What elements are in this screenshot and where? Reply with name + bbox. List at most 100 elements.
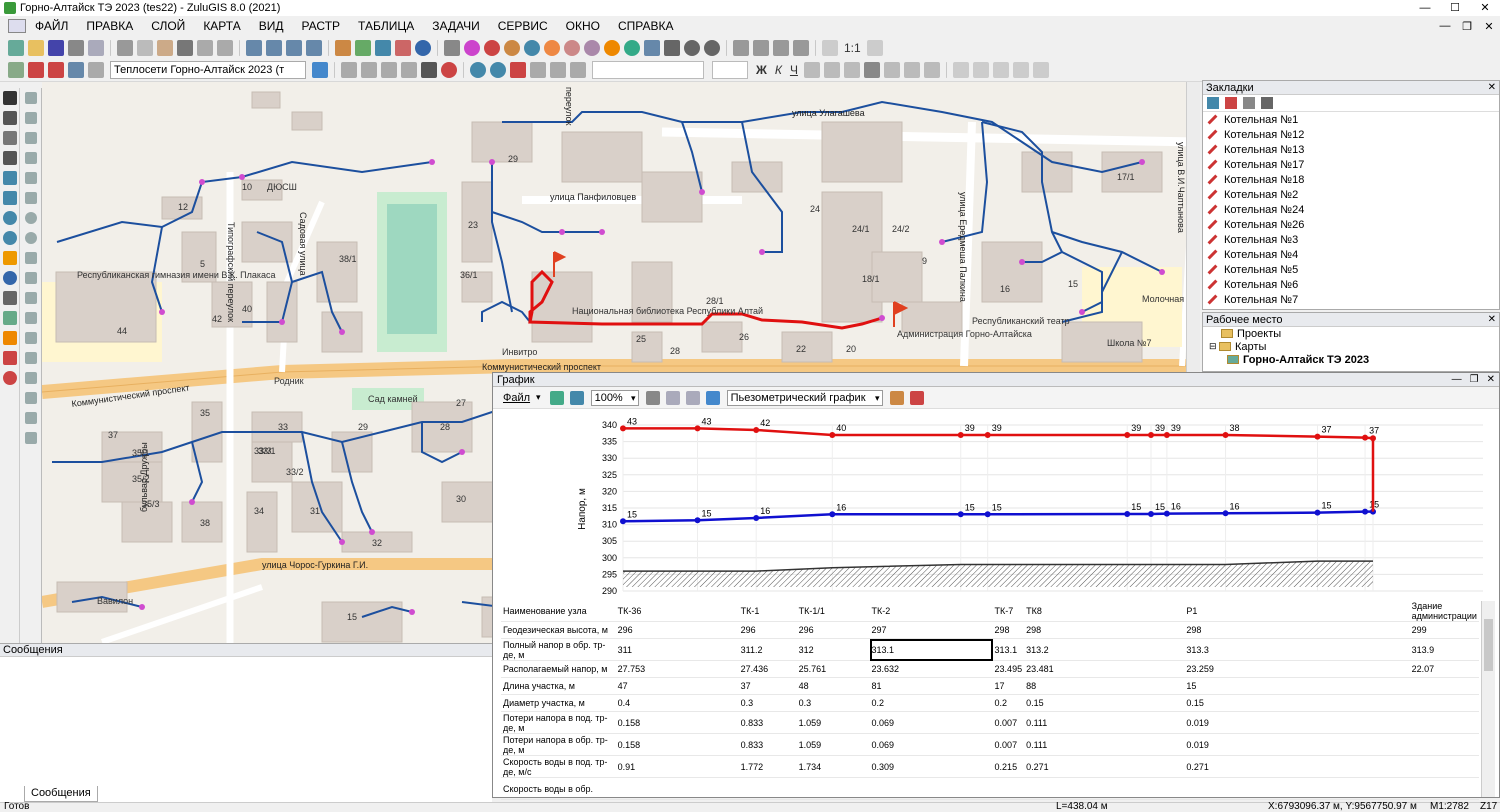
table-cell[interactable] — [738, 777, 797, 800]
table-cell[interactable] — [1409, 694, 1479, 712]
calc-c-icon[interactable] — [504, 39, 520, 56]
text-icon[interactable] — [25, 312, 37, 324]
bookmark-add-icon[interactable] — [1225, 97, 1237, 109]
layer-tool-icon[interactable] — [3, 171, 17, 185]
ellipse-icon[interactable] — [25, 232, 37, 244]
filter-icon[interactable] — [401, 61, 417, 78]
table-cell[interactable]: 88 — [1024, 677, 1185, 695]
stop-icon[interactable] — [704, 39, 720, 56]
line-color-icon[interactable] — [903, 61, 920, 78]
font-name-combo[interactable] — [592, 60, 704, 79]
table-cell[interactable]: 1.059 — [796, 733, 870, 756]
settings-icon[interactable] — [395, 39, 411, 56]
graph-close-button[interactable]: ✕ — [1487, 373, 1495, 387]
bookmark-item[interactable]: Котельная №26 — [1203, 217, 1499, 232]
table-cell[interactable]: 23.495 — [992, 660, 1025, 678]
table-cell[interactable] — [1409, 711, 1479, 734]
file-menu-arrow-icon[interactable]: ▾ — [536, 392, 541, 403]
table-cell[interactable]: 0.019 — [1184, 733, 1410, 756]
frame-icon[interactable] — [923, 61, 940, 78]
undo-icon[interactable] — [197, 39, 213, 56]
graph-restore-button[interactable]: ❐ — [1470, 373, 1479, 387]
table-cell[interactable]: 0.271 — [1024, 755, 1185, 778]
report-icon[interactable] — [773, 39, 789, 56]
table-cell[interactable] — [796, 777, 870, 800]
refresh-graph-icon[interactable] — [549, 390, 564, 405]
table-cell[interactable]: 0.007 — [992, 733, 1025, 756]
menu-view[interactable]: ВИД — [250, 16, 293, 36]
table-cell[interactable]: 0.15 — [1024, 694, 1185, 712]
table-tool-icon[interactable] — [3, 191, 17, 205]
table-cell[interactable]: 27.753 — [615, 660, 739, 678]
menu-file[interactable]: ФАЙЛ — [26, 16, 77, 36]
play-icon[interactable] — [684, 39, 700, 56]
table-cell[interactable]: 0.069 — [869, 711, 993, 734]
cut-icon[interactable] — [117, 39, 133, 56]
style-a-icon[interactable] — [952, 61, 969, 78]
underline-button[interactable]: Ч — [790, 63, 798, 77]
table-cell[interactable]: 23.259 — [1184, 660, 1410, 678]
table-cell[interactable]: 0.3 — [796, 694, 870, 712]
table-cell[interactable]: 298 — [1184, 621, 1410, 639]
collapse-icon[interactable]: ⊟ — [1209, 341, 1219, 352]
edit-graph-icon[interactable] — [705, 390, 720, 405]
pointer-icon[interactable] — [25, 92, 37, 104]
table-cell[interactable] — [1184, 777, 1410, 800]
table-cell[interactable]: 48 — [796, 677, 870, 695]
run-icon[interactable] — [664, 39, 680, 56]
pan-icon[interactable] — [570, 61, 586, 78]
info-tool-icon[interactable] — [3, 271, 17, 285]
bold-button[interactable]: Ж — [756, 63, 767, 77]
arc-icon[interactable] — [25, 252, 37, 264]
table-cell[interactable]: ТК-36 — [615, 601, 739, 622]
node-tool-icon[interactable] — [3, 131, 17, 145]
calc-e-icon[interactable] — [544, 39, 560, 56]
table-cell[interactable]: 313.2 — [1024, 638, 1185, 661]
measure-tool-icon[interactable] — [3, 311, 17, 325]
tree-item-maps[interactable]: ⊟ Карты — [1203, 340, 1499, 353]
table-cell[interactable]: 311.2 — [738, 638, 797, 661]
table-cell[interactable]: 0.007 — [992, 711, 1025, 734]
edit-icon[interactable] — [335, 39, 351, 56]
table-cell[interactable]: 312 — [796, 638, 870, 661]
table-cell[interactable] — [992, 777, 1025, 800]
layer-props-icon[interactable] — [88, 61, 104, 78]
layer-list-icon[interactable] — [68, 61, 84, 78]
refresh-icon[interactable] — [341, 61, 357, 78]
table-cell[interactable]: 0.2 — [992, 694, 1025, 712]
scale-tool-icon[interactable] — [25, 432, 37, 444]
font-size-combo[interactable] — [712, 60, 748, 79]
remove-layer-icon[interactable] — [28, 61, 44, 78]
table-cell[interactable]: Р1 — [1184, 601, 1410, 622]
italic-button[interactable]: К — [775, 63, 782, 77]
table-cell[interactable]: 47 — [615, 677, 739, 695]
bookmark-item[interactable]: Котельная №7 — [1203, 292, 1499, 307]
table-scrollbar[interactable] — [1481, 601, 1495, 797]
binoculars-icon[interactable] — [3, 291, 17, 305]
bookmark-item[interactable]: Котельная №2 — [1203, 187, 1499, 202]
redo-icon[interactable] — [217, 39, 233, 56]
pointer-alt-icon[interactable] — [25, 112, 37, 124]
menu-table[interactable]: ТАБЛИЦА — [349, 16, 423, 36]
text-color-icon[interactable] — [863, 61, 880, 78]
bookmark-item[interactable]: Котельная №6 — [1203, 277, 1499, 292]
calc-b-icon[interactable] — [484, 39, 500, 56]
zoom-area-icon[interactable] — [550, 61, 566, 78]
rotate-icon[interactable] — [25, 392, 37, 404]
tree-item-map[interactable]: Горно-Алтайск ТЭ 2023 — [1203, 353, 1499, 366]
calc-i-icon[interactable] — [624, 39, 640, 56]
table-cell[interactable]: 27.436 — [738, 660, 797, 678]
align-center-icon[interactable] — [823, 61, 840, 78]
flag-tool-icon[interactable] — [3, 351, 17, 365]
table-cell[interactable]: 299 — [1409, 621, 1479, 639]
table-cell[interactable]: 17 — [992, 677, 1025, 695]
layer-stop-icon[interactable] — [48, 61, 64, 78]
zoom-in-icon[interactable] — [3, 211, 17, 225]
style-d-icon[interactable] — [1012, 61, 1029, 78]
table-cell[interactable]: ТК-7 — [992, 601, 1025, 622]
save-icon[interactable] — [48, 39, 64, 56]
table-cell[interactable]: 311 — [615, 638, 739, 661]
table-cell[interactable]: 296 — [615, 621, 739, 639]
active-layer-combo[interactable]: Теплосети Горно-Алтайск 2023 (т — [110, 60, 306, 79]
maximize-button[interactable]: ☐ — [1440, 0, 1470, 16]
